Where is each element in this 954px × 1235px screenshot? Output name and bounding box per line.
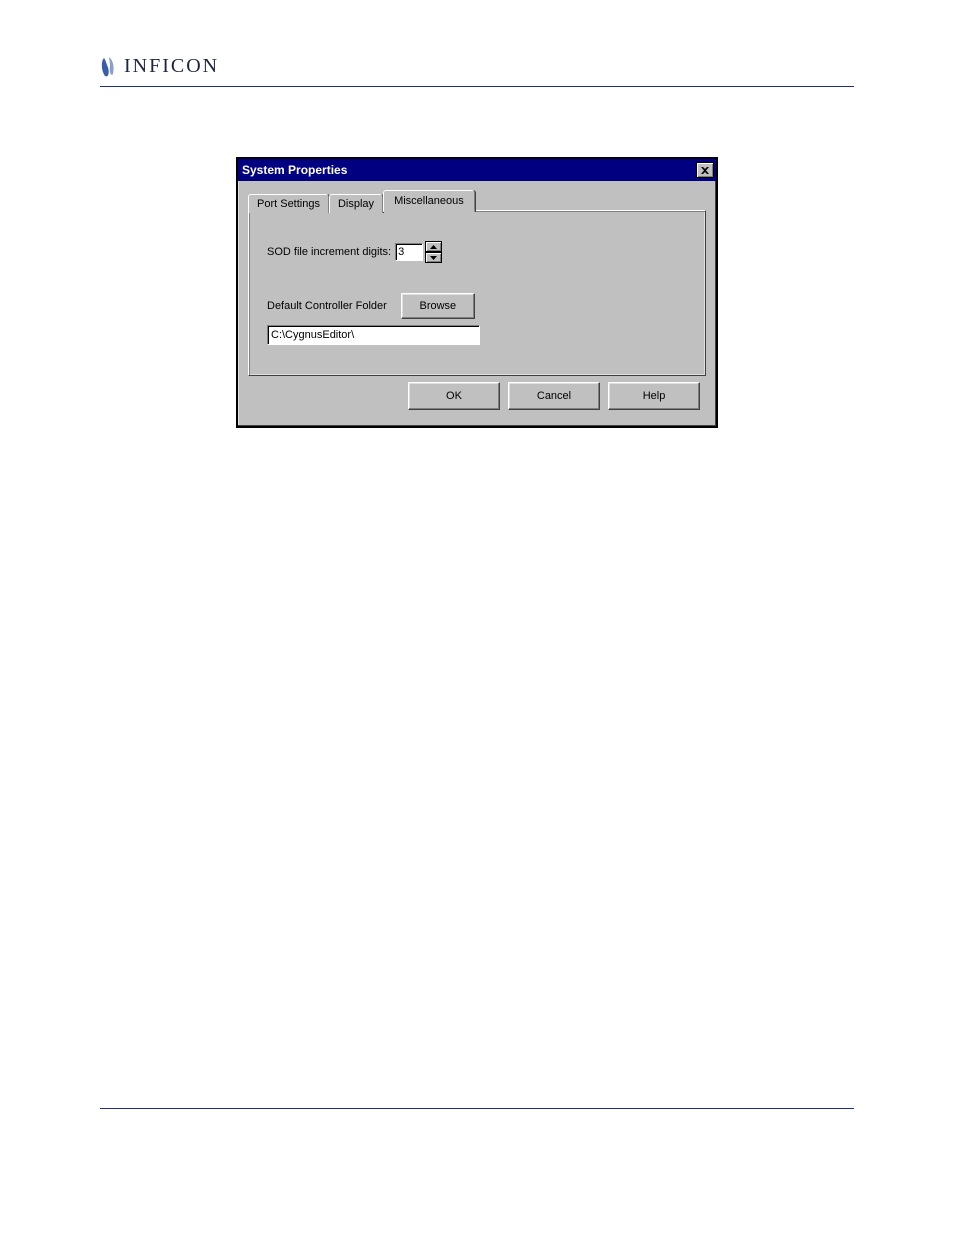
sod-row: SOD file increment digits:	[267, 241, 687, 263]
tab-panel-miscellaneous: SOD file increment digits: Defau	[248, 210, 706, 376]
dialog-button-row: OK Cancel Help	[248, 376, 706, 416]
sod-label: SOD file increment digits:	[267, 246, 391, 258]
browse-button[interactable]: Browse	[401, 293, 475, 319]
tab-label: Port Settings	[257, 198, 320, 210]
cancel-button[interactable]: Cancel	[508, 382, 600, 410]
spin-up-button[interactable]	[425, 241, 442, 252]
dialog-title: System Properties	[242, 163, 347, 177]
ok-button[interactable]: OK	[408, 382, 500, 410]
help-button[interactable]: Help	[608, 382, 700, 410]
close-button[interactable]	[696, 162, 714, 178]
default-folder-label: Default Controller Folder	[267, 300, 387, 312]
default-folder-row: Default Controller Folder Browse	[267, 293, 687, 319]
ok-button-label: OK	[446, 390, 462, 402]
tab-label: Display	[338, 198, 374, 210]
arrow-up-icon	[430, 245, 437, 249]
browse-button-label: Browse	[420, 300, 457, 312]
cancel-button-label: Cancel	[537, 390, 571, 402]
help-button-label: Help	[643, 390, 666, 402]
default-folder-input[interactable]	[267, 325, 480, 345]
brand-logo-icon	[100, 56, 118, 78]
sod-spinner	[425, 241, 442, 263]
sod-increment-input[interactable]	[395, 243, 423, 261]
system-properties-dialog: System Properties Port Settings Display	[236, 157, 718, 428]
close-icon	[701, 167, 709, 174]
footer-divider	[100, 1108, 854, 1109]
brand-wordmark: INFICON	[124, 55, 219, 78]
header-divider	[100, 86, 854, 87]
dialog-titlebar: System Properties	[238, 159, 716, 181]
tab-strip: Port Settings Display Miscellaneous	[248, 189, 706, 211]
tab-label: Miscellaneous	[394, 195, 464, 207]
tab-display[interactable]: Display	[329, 194, 383, 213]
brand-header: INFICON	[100, 55, 854, 78]
spin-down-button[interactable]	[425, 252, 442, 263]
tab-port-settings[interactable]: Port Settings	[248, 194, 329, 213]
tab-miscellaneous[interactable]: Miscellaneous	[383, 190, 475, 212]
arrow-down-icon	[430, 256, 437, 260]
